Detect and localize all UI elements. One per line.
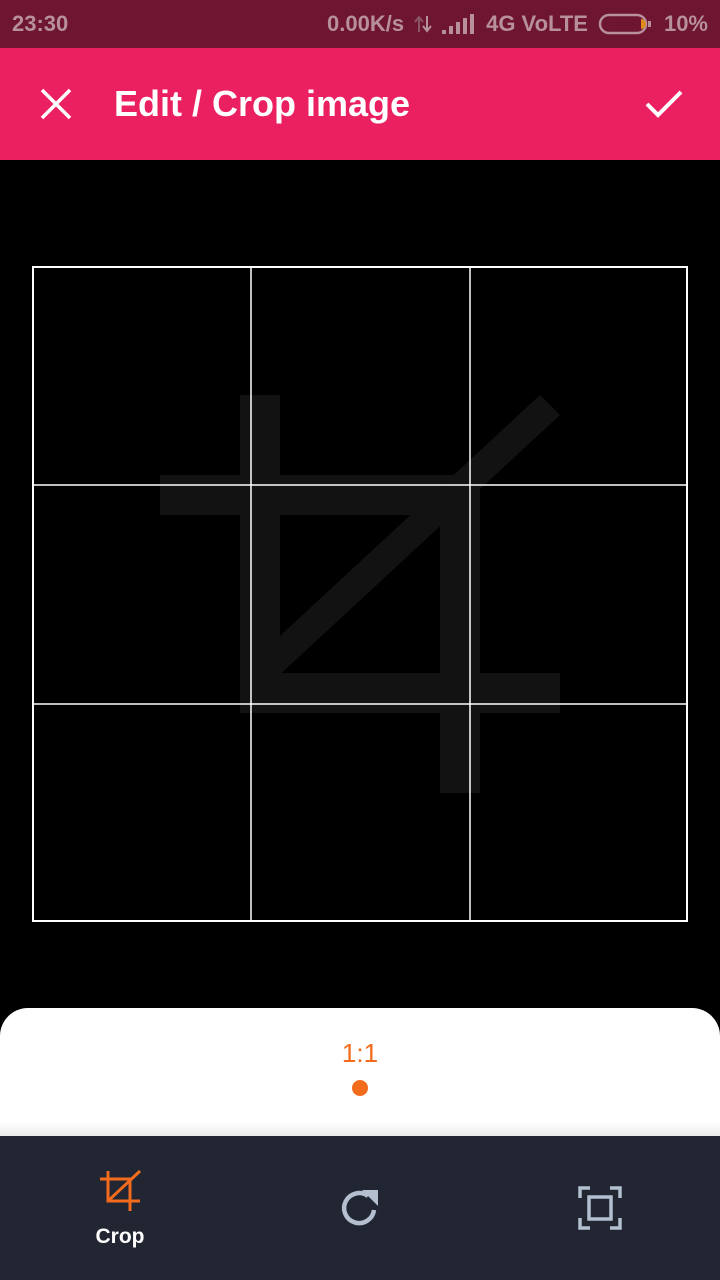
fit-screen-tab[interactable]	[480, 1136, 720, 1280]
network-type: 4G VoLTE	[486, 11, 588, 36]
crop-tab[interactable]: Crop	[0, 1136, 240, 1280]
crop-tab-label: Crop	[95, 1225, 145, 1248]
check-icon	[645, 90, 683, 118]
grid-line-v2	[469, 268, 471, 920]
status-time: 23:30	[12, 11, 69, 36]
signal-icon	[442, 13, 476, 35]
crop-placeholder-icon	[160, 395, 560, 793]
rotate-icon	[341, 1190, 378, 1226]
rotate-tab[interactable]	[240, 1136, 480, 1280]
grid-line-v1	[250, 268, 252, 920]
selected-indicator	[352, 1080, 368, 1096]
crop-icon	[100, 1169, 142, 1211]
bottom-toolbar: Crop	[0, 1136, 720, 1280]
fit-screen-icon	[578, 1186, 622, 1230]
aspect-ratio-panel: 1:1	[0, 1008, 720, 1136]
app-bar: Edit / Crop image	[0, 48, 720, 160]
net-speed: 0.00K/s	[327, 11, 405, 36]
battery-icon	[598, 12, 654, 36]
close-icon	[40, 88, 72, 120]
grid-line-h2	[34, 703, 686, 705]
close-button[interactable]	[0, 48, 112, 160]
aspect-ratio-option[interactable]: 1:1	[0, 1038, 720, 1069]
status-indicators: 0.00K/s 4G VoLTE 10%	[327, 11, 708, 37]
confirm-button[interactable]	[608, 48, 720, 160]
battery-level: 10%	[663, 11, 708, 36]
grid-line-h1	[34, 484, 686, 486]
crop-frame[interactable]	[32, 266, 688, 922]
crop-canvas	[0, 160, 720, 1008]
data-transfer-icon	[414, 12, 432, 36]
panel-shadow	[0, 1122, 720, 1136]
page-title: Edit / Crop image	[114, 83, 411, 124]
status-bar: 23:30 0.00K/s 4G VoLTE 10%	[0, 0, 720, 48]
